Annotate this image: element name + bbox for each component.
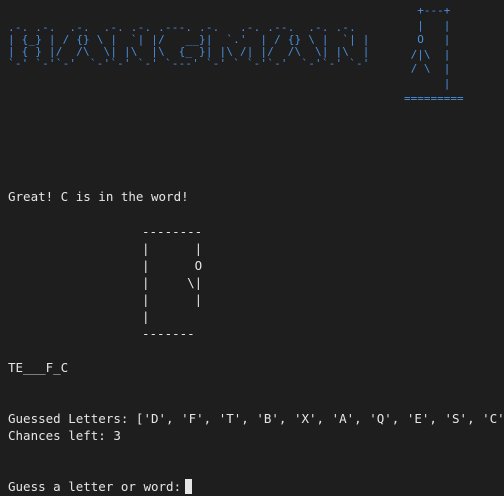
prompt-label: Guess a letter or word:	[8, 479, 182, 494]
hangman-title-banner: .-. .-. .-. .-. .-. .---. .-. .-. .--. .…	[8, 21, 370, 70]
word-progress: TE___F_C	[8, 360, 69, 375]
guess-feedback-message: Great! C is in the word!	[8, 189, 189, 204]
terminal-window[interactable]: .-. .-. .-. .-. .-. .---. .-. .-. .--. .…	[0, 0, 504, 496]
chances-left: Chances left: 3	[8, 428, 121, 443]
banner-gallows-art: +---+ | | O | /|\ | / \ | | =========	[404, 4, 464, 105]
text-cursor[interactable]	[185, 479, 193, 494]
hangman-drawing: -------- | | | O | \| | | | -------	[142, 224, 203, 341]
input-prompt-line[interactable]: Guess a letter or word:	[8, 478, 193, 495]
guessed-letters: Guessed Letters: ['D', 'F', 'T', 'B', 'X…	[8, 411, 504, 426]
